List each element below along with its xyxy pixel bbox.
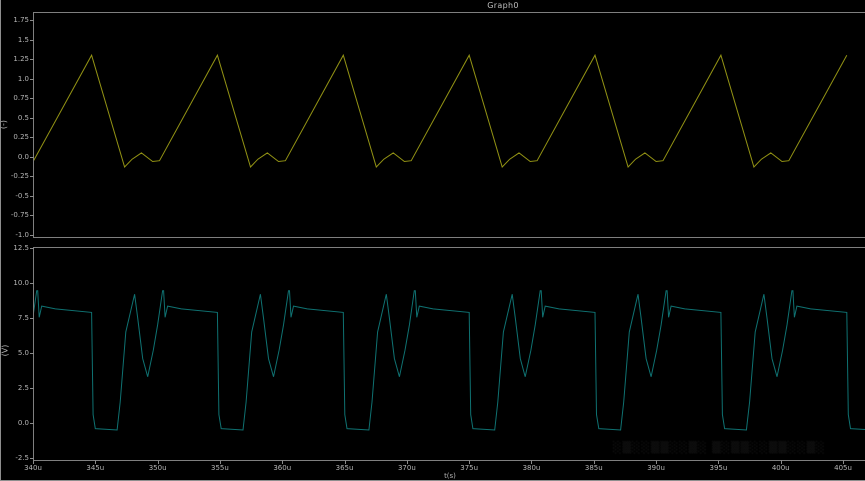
waveform-canvas[interactable] [1, 0, 865, 481]
watermark: ░▒░░▒▒░░▒░ ▒░▒▒░░▒▒░░▒░ [613, 441, 863, 454]
bottom-waveform-trace[interactable] [1, 291, 865, 430]
top-waveform-trace[interactable] [1, 55, 847, 167]
graph-window: Graph0 (-) (V) 1.751.51.251.00.750.50.25… [0, 0, 865, 481]
